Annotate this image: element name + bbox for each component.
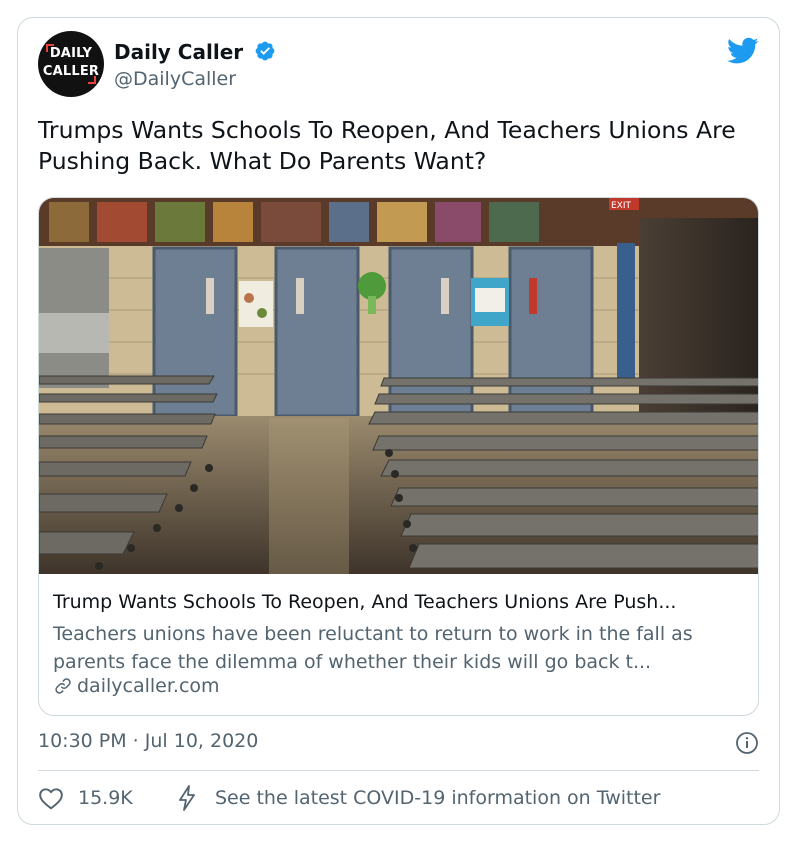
- link-card-title[interactable]: Trump Wants Schools To Reopen, And Teach…: [53, 591, 753, 613]
- link-preview-card[interactable]: EXIT Trump Wants Schools To Reopen, And …: [38, 197, 759, 716]
- logo-bracket-bottom-right: [88, 76, 96, 84]
- author-name[interactable]: Daily Caller: [114, 40, 243, 64]
- covid-info-link[interactable]: See the latest COVID-19 information on T…: [215, 787, 660, 809]
- link-card-domain: dailycaller.com: [77, 675, 220, 697]
- link-icon: [55, 678, 71, 694]
- info-icon[interactable]: [735, 731, 759, 755]
- link-card-domain-row[interactable]: dailycaller.com: [53, 675, 220, 697]
- author-handle[interactable]: @DailyCaller: [114, 68, 236, 90]
- twitter-bird-icon[interactable]: [727, 37, 759, 65]
- heart-icon[interactable]: [38, 786, 64, 810]
- article-image: EXIT: [39, 198, 758, 574]
- avatar[interactable]: DAILY CALLER: [38, 31, 104, 97]
- actions-divider: [38, 770, 759, 771]
- tweet-timestamp[interactable]: 10:30 PM · Jul 10, 2020: [38, 730, 258, 752]
- verified-badge-icon: [255, 41, 275, 61]
- avatar-logo-line1: DAILY: [49, 46, 93, 61]
- bolt-icon: [179, 785, 195, 811]
- like-count[interactable]: 15.9K: [78, 787, 133, 809]
- exit-sign-text: EXIT: [611, 201, 632, 211]
- tweet-text: Trumps Wants Schools To Reopen, And Teac…: [38, 116, 736, 175]
- link-card-description: Teachers unions have been reluctant to r…: [53, 623, 693, 673]
